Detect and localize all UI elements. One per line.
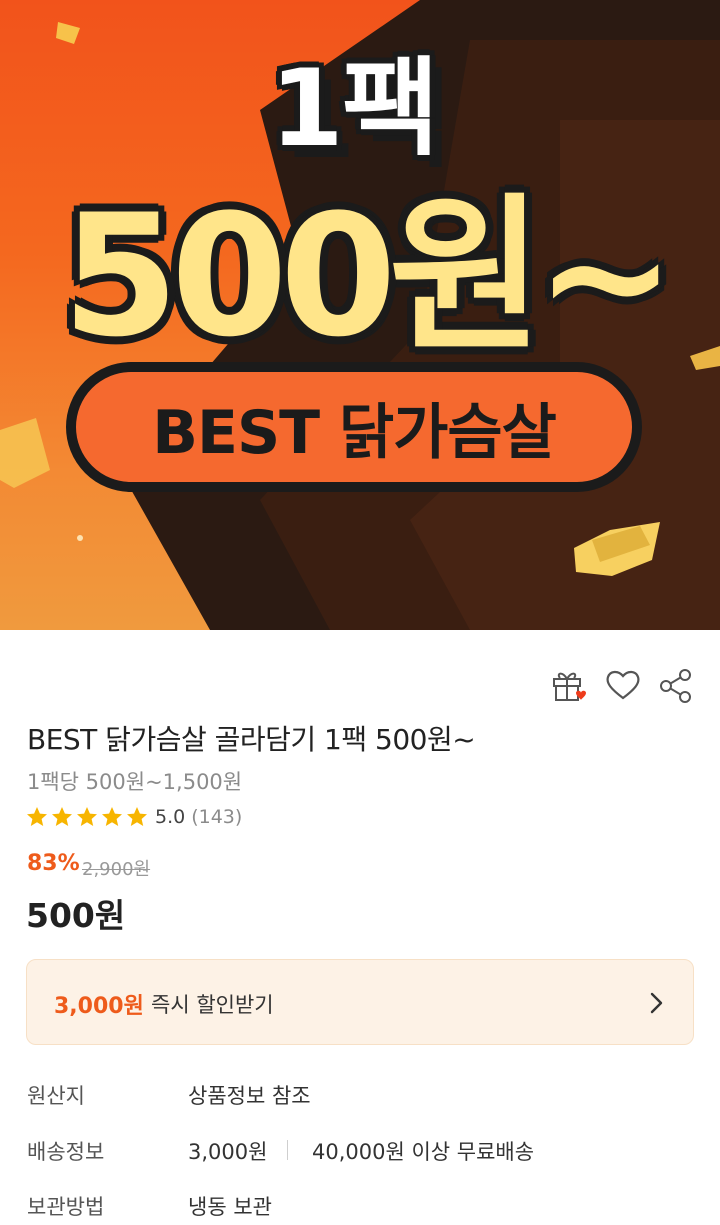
shipping-fee: 3,000원 (188, 1140, 268, 1164)
free-shipping-threshold: 40,000원 이상 무료배송 (312, 1140, 535, 1164)
star-icon (52, 807, 72, 826)
rating-stars (25, 805, 149, 829)
review-count[interactable]: (143) (191, 806, 242, 828)
discount-rate: 83% (27, 851, 80, 876)
instant-discount-coupon[interactable]: 3,000원 즉시 할인받기 (26, 959, 694, 1045)
storage-row: 보관방법 냉동 보관 (27, 1191, 687, 1221)
coupon-amount: 3,000원 (54, 994, 144, 1019)
gift-icon (553, 672, 586, 701)
shipping-label: 배송정보 (27, 1140, 105, 1164)
share-icon (660, 669, 691, 703)
product-subtitle: 1팩당 500원~1,500원 (27, 770, 243, 794)
wishlist-button[interactable] (603, 665, 643, 705)
gift-button[interactable] (548, 665, 588, 705)
sale-price: 500원 (26, 896, 126, 935)
shipping-divider (287, 1140, 288, 1160)
product-rating[interactable]: 5.0 (143) (25, 803, 242, 831)
heart-icon (606, 670, 640, 700)
storage-value: 냉동 보관 (188, 1195, 272, 1219)
banner-pill-text: BEST 닭가슴살 (152, 397, 557, 468)
product-action-icons (548, 665, 698, 705)
original-price: 2,900원 (82, 859, 151, 880)
star-icon (102, 807, 122, 826)
star-icon (77, 807, 97, 826)
chevron-right-icon (650, 992, 663, 1014)
product-title: BEST 닭가슴살 골라담기 1팩 500원~ (27, 723, 476, 756)
banner-price-text: 500원~ (62, 178, 676, 374)
coupon-label: 즉시 할인받기 (151, 993, 274, 1017)
star-icon (127, 807, 147, 826)
shipping-row: 배송정보 3,000원 40,000원 이상 무료배송 (27, 1136, 687, 1166)
rating-score: 5.0 (155, 806, 186, 828)
share-button[interactable] (656, 665, 696, 705)
origin-row: 원산지 상품정보 참조 (27, 1080, 687, 1110)
origin-label: 원산지 (27, 1084, 85, 1108)
banner-best-pill: BEST 닭가슴살 (66, 362, 642, 492)
origin-value: 상품정보 참조 (188, 1084, 311, 1108)
storage-label: 보관방법 (27, 1195, 105, 1219)
product-banner-image: 1팩 500원~ BEST 닭가슴살 (0, 0, 720, 630)
star-icon (27, 807, 47, 826)
